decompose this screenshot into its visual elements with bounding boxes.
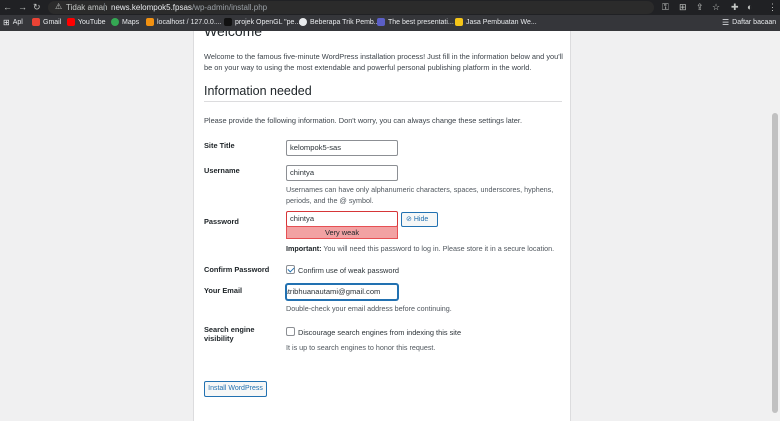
bookmark-label: Maps [122,18,140,26]
key-icon[interactable]: ⚿ [662,2,669,12]
search-visibility-label-line2: visibility [204,334,234,343]
confirm-password-label: Confirm Password [204,265,270,274]
bookmark-label: Apl [12,19,23,26]
bookmark-star-icon[interactable]: ☆ [712,2,720,12]
bookmark-label: Gmail [43,18,62,26]
bookmark-label: The best presentati... [388,18,454,26]
bookmark-presentation[interactable]: The best presentati... [377,18,454,26]
site-title-input[interactable]: kelompok5-sas [286,140,398,156]
divider [204,101,562,102]
profile-icon[interactable]: ◐ [747,2,752,12]
bookmark-label: YouTube [78,18,106,26]
username-help-line1: Usernames can have only alphanumeric cha… [286,185,554,194]
email-input[interactable]: ityatribhuanautami@gmail.com [286,284,398,300]
url-host: news.kelompok5.fpsas [111,3,192,12]
divider [104,3,105,11]
info-heading: Information needed [204,84,312,98]
important-text: You will need this password to log in. P… [321,244,555,253]
scrollbar-thumb[interactable] [772,113,778,413]
page-viewport: Welcome Welcome to the famous five-minut… [0,31,770,421]
install-form-card: Welcome Welcome to the famous five-minut… [193,31,571,421]
apps-icon: ⊞ [3,18,10,27]
translate-icon[interactable]: ⊞ [679,2,687,12]
intro-text: Welcome to the famous five-minute WordPr… [204,52,563,72]
page-scrollbar[interactable] [770,31,780,421]
discourage-search-label[interactable]: Discourage search engines from indexing … [298,328,461,337]
bookmark-reading-list[interactable]: ☰ Daftar bacaan [722,18,776,27]
bookmark-label: Beberapa Trik Pemb... [310,18,380,26]
bookmark-gmail[interactable]: Gmail [32,18,61,26]
site-title-label: Site Title [204,141,235,150]
globe-icon [299,18,307,26]
bookmark-jasa[interactable]: Jasa Pembuatan We... [455,18,537,26]
url-text[interactable]: news.kelompok5.fpsas/wp-admin/install.ph… [111,3,267,12]
extensions-icon[interactable]: ✚ [731,2,739,12]
confirm-weak-password-checkbox[interactable] [286,265,295,274]
discourage-search-checkbox[interactable] [286,327,295,336]
password-important-note: Important: You will need this password t… [286,243,554,254]
folder-icon [455,18,463,26]
hide-password-button[interactable]: ⊘ Hide [401,212,438,227]
url-path: /wp-admin/install.php [191,3,268,12]
bookmark-label: Daftar bacaan [732,19,777,26]
forward-icon[interactable]: → [18,2,27,12]
email-label: Your Email [204,286,243,295]
username-input[interactable]: chintya [286,165,398,181]
reading-list-icon: ☰ [722,18,730,27]
page-icon [224,18,232,26]
bookmark-maps[interactable]: Maps [111,18,139,26]
warning-icon[interactable]: ⚠ [55,2,62,11]
page-icon [377,18,385,26]
email-help: Double-check your email address before c… [286,304,452,313]
gmail-icon [32,18,40,26]
bookmark-youtube[interactable]: YouTube [67,18,106,26]
search-visibility-label-line1: Search engine [204,325,255,334]
important-label: Important: [286,244,322,253]
username-label: Username [204,166,240,175]
bookmark-label: projek OpenGL "pe... [235,18,301,26]
bookmark-apps[interactable]: ⊞ Apl [3,18,23,27]
welcome-heading: Welcome [204,31,263,39]
reload-icon[interactable]: ↻ [33,2,41,12]
confirm-weak-password-label[interactable]: Confirm use of weak password [298,266,399,275]
password-label: Password [204,217,239,226]
security-label[interactable]: Tidak aman [66,3,108,12]
bookmarks-bar: ⊞ Apl Gmail YouTube Maps localhost / 127.… [0,15,780,31]
install-wordpress-button[interactable]: Install WordPress [204,381,267,397]
password-strength-meter: Very weak [286,226,398,239]
bookmark-opengl[interactable]: projek OpenGL "pe... [224,18,300,26]
search-visibility-help: It is up to search engines to honor this… [286,343,436,352]
bookmark-label: localhost / 127.0.0.... [157,18,222,26]
hide-button-label: Hide [413,216,429,223]
menu-icon[interactable]: ⋮ [768,2,777,12]
back-icon[interactable]: ← [3,2,12,12]
browser-toolbar: ← → ↻ ⚠ Tidak aman news.kelompok5.fpsas/… [0,0,780,15]
password-input[interactable]: chintya [286,211,398,227]
bookmark-localhost[interactable]: localhost / 127.0.0.... [146,18,222,26]
bookmark-label: Jasa Pembuatan We... [466,18,537,26]
share-icon[interactable]: ⇪ [696,2,704,12]
phpmyadmin-icon [146,18,154,26]
bookmark-trik[interactable]: Beberapa Trik Pemb... [299,18,380,26]
username-help-line2: periods, and the @ symbol. [286,196,374,205]
eye-slash-icon: ⊘ [406,216,412,223]
info-description: Please provide the following information… [204,116,523,125]
youtube-icon [67,18,75,26]
maps-icon [111,18,119,26]
